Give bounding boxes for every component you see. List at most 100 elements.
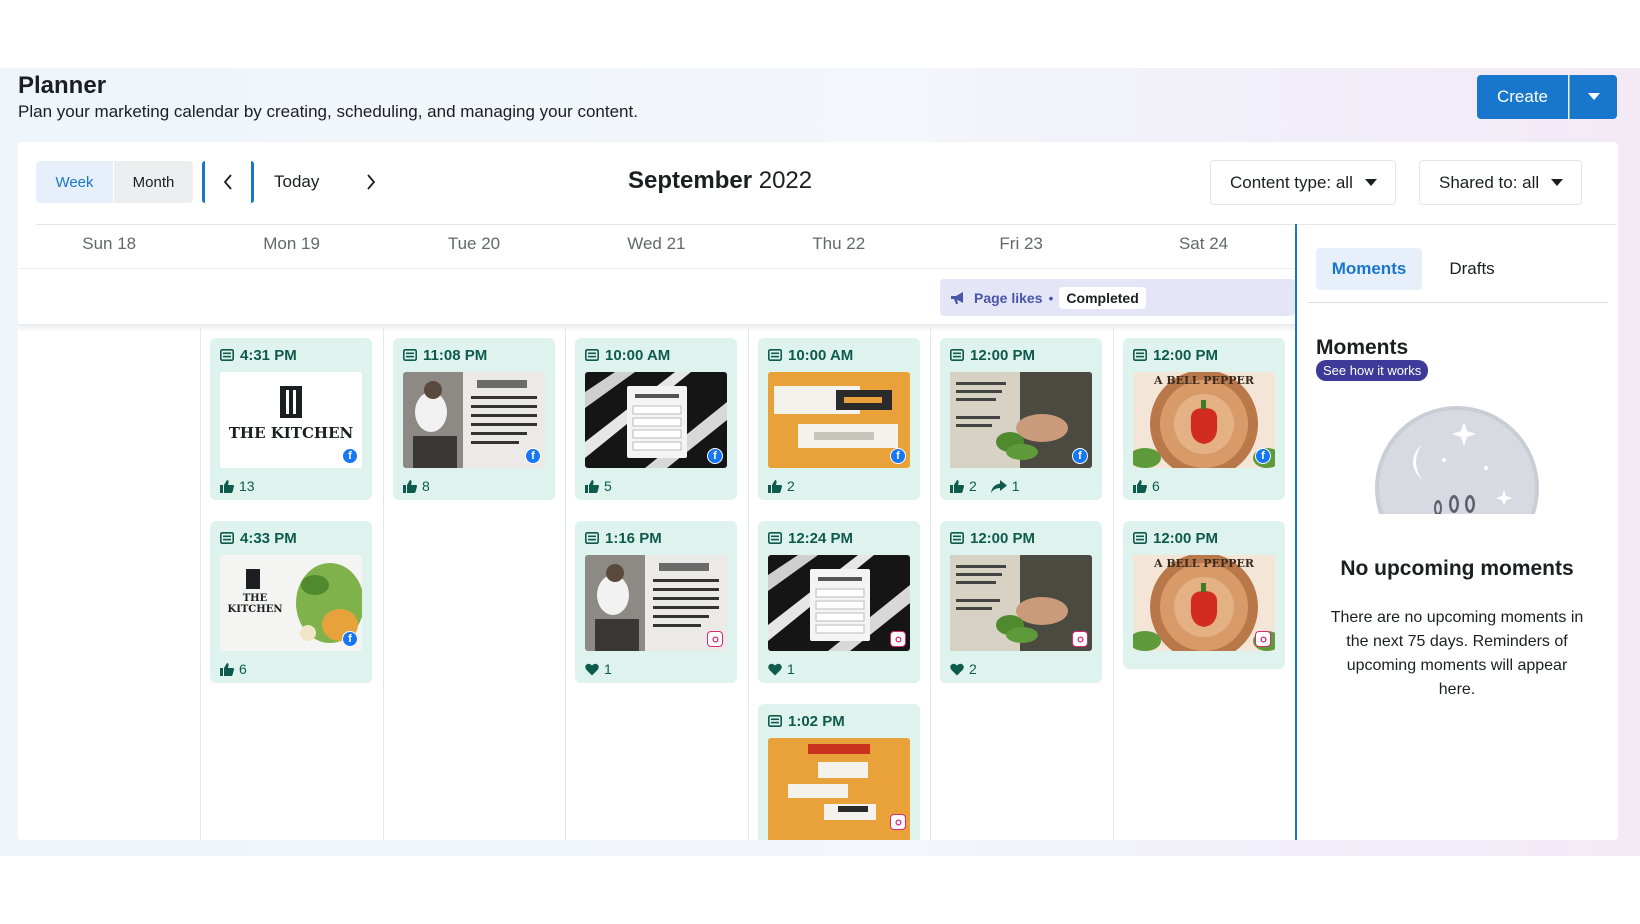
- post-thumbnail: [585, 555, 727, 651]
- post-card[interactable]: 10:00 AM f 5: [575, 338, 737, 500]
- post-time: 12:00 PM: [950, 529, 1092, 547]
- instagram-glyph: [1076, 635, 1084, 643]
- column-divider: [748, 328, 749, 840]
- share-count: 1: [1011, 478, 1020, 494]
- post-time-label: 10:00 AM: [788, 346, 854, 364]
- instagram-icon: [1072, 631, 1088, 647]
- column-divider: [1113, 328, 1114, 840]
- moon-illustration: [1374, 404, 1540, 514]
- column-divider: [930, 328, 931, 840]
- facebook-icon: f: [1072, 448, 1088, 464]
- post-time: 10:00 AM: [585, 346, 727, 364]
- post-icon: [1133, 349, 1147, 361]
- facebook-icon: f: [890, 448, 906, 464]
- week-view-button[interactable]: Week: [36, 161, 113, 203]
- post-card[interactable]: 1:16 PM 1: [575, 521, 737, 683]
- orange-promo-image: [788, 744, 876, 820]
- post-stats: 8: [403, 478, 545, 494]
- instagram-glyph: [711, 635, 719, 643]
- post-time-label: 10:00 AM: [605, 346, 671, 364]
- post-time: 4:31 PM: [220, 346, 362, 364]
- thumbs-up-icon: [585, 479, 599, 493]
- post-thumbnail: f: [403, 372, 545, 468]
- tab-moments[interactable]: Moments: [1316, 248, 1422, 290]
- chevron-right-icon: [367, 174, 376, 190]
- view-toggle: Week Month: [36, 161, 193, 203]
- month-view-button[interactable]: Month: [114, 161, 193, 203]
- facebook-icon: f: [342, 631, 358, 647]
- bell-pepper-title: A BELL PEPPER: [1153, 557, 1255, 570]
- post-card[interactable]: 12:00 PM f 21: [940, 338, 1102, 500]
- post-card[interactable]: 4:31 PM THE KITCHEN f 13: [210, 338, 372, 500]
- today-button[interactable]: Today: [274, 161, 319, 203]
- post-time-label: 12:24 PM: [788, 529, 854, 547]
- separator-dot: •: [1048, 289, 1054, 306]
- post-time: 12:00 PM: [1133, 346, 1275, 364]
- post-time-label: 1:16 PM: [605, 529, 662, 547]
- chef-quote-image: [403, 372, 537, 468]
- post-icon: [403, 349, 417, 361]
- post-time: 4:33 PM: [220, 529, 362, 547]
- post-stats: 13: [220, 478, 362, 494]
- month-name: September: [628, 167, 753, 194]
- post-thumbnail: THE KITCHEN f: [220, 555, 362, 651]
- tab-drafts[interactable]: Drafts: [1422, 248, 1522, 290]
- current-month-title: September 2022: [628, 167, 812, 195]
- post-card[interactable]: 1:02 PM: [758, 704, 920, 840]
- post-icon: [768, 349, 782, 361]
- post-icon: [220, 349, 234, 361]
- shared-to-label: Shared to: all: [1439, 172, 1540, 192]
- instagram-icon: [707, 631, 723, 647]
- empty-state-text: There are no upcoming moments in the nex…: [1330, 609, 1584, 698]
- divider: [1308, 302, 1608, 303]
- create-button[interactable]: Create: [1477, 75, 1568, 119]
- post-time: 1:16 PM: [585, 529, 727, 547]
- post-card[interactable]: 11:08 PM f 8: [393, 338, 555, 500]
- status-badge: Completed: [1059, 286, 1146, 309]
- post-card[interactable]: 12:00 PM 2: [940, 521, 1102, 683]
- post-icon: [768, 715, 782, 727]
- post-time: 12:00 PM: [1133, 529, 1275, 547]
- thumbs-up-icon: [1133, 479, 1147, 493]
- cutting-herbs-image: [950, 555, 1092, 651]
- day-header-sun: Sun 18: [82, 234, 137, 253]
- heart-icon: [585, 663, 599, 675]
- post-card[interactable]: 10:00 AM f 2: [758, 338, 920, 500]
- campaign-banner[interactable]: Page likes • Completed: [940, 279, 1295, 316]
- shared-to-filter[interactable]: Shared to: all: [1419, 160, 1583, 205]
- current-time-indicator: [1295, 224, 1297, 840]
- day-header-thu: Thu 22: [812, 234, 866, 253]
- facebook-icon: f: [525, 448, 541, 464]
- post-icon: [950, 532, 964, 544]
- chef-quote-image: [585, 555, 719, 651]
- caret-down-icon: [1587, 93, 1600, 100]
- instagram-glyph: [1259, 635, 1267, 643]
- thumbs-up-icon: [768, 479, 782, 493]
- post-stats: 5: [585, 478, 727, 494]
- next-week-button[interactable]: [356, 161, 386, 203]
- knife-poll-image: [768, 555, 910, 651]
- post-card[interactable]: 12:00 PM A BELL PEPPER: [1123, 521, 1285, 669]
- previous-week-button[interactable]: [202, 161, 254, 203]
- heart-count: 2: [969, 661, 977, 677]
- post-card[interactable]: 12:00 PM A BELL PEPPER f 6: [1123, 338, 1285, 500]
- column-divider: [383, 328, 384, 840]
- create-dropdown-button[interactable]: [1569, 75, 1617, 119]
- megaphone-icon: [951, 291, 963, 304]
- post-time-label: 12:00 PM: [970, 529, 1036, 547]
- post-card[interactable]: 12:24 PM 1: [758, 521, 920, 683]
- week-grid: 4:31 PM THE KITCHEN f 13 4:33 PM THE KIT…: [18, 328, 1295, 840]
- like-count: 6: [1152, 478, 1160, 494]
- content-type-filter[interactable]: Content type: all: [1210, 160, 1396, 205]
- post-stats: 21: [950, 478, 1092, 494]
- sidebar-tabs: Moments Drafts: [1316, 248, 1522, 290]
- facebook-icon: f: [1255, 448, 1271, 464]
- post-stats: 2: [768, 478, 910, 494]
- kitchen-logo-image: [280, 386, 302, 418]
- post-card[interactable]: 4:33 PM THE KITCHEN f 6: [210, 521, 372, 683]
- thumbs-up-icon: [950, 479, 964, 493]
- moments-title: Moments: [1316, 336, 1409, 359]
- see-how-it-works-link[interactable]: See how it works: [1316, 360, 1429, 381]
- heart-icon: [950, 663, 964, 675]
- caret-down-icon: [1551, 179, 1564, 186]
